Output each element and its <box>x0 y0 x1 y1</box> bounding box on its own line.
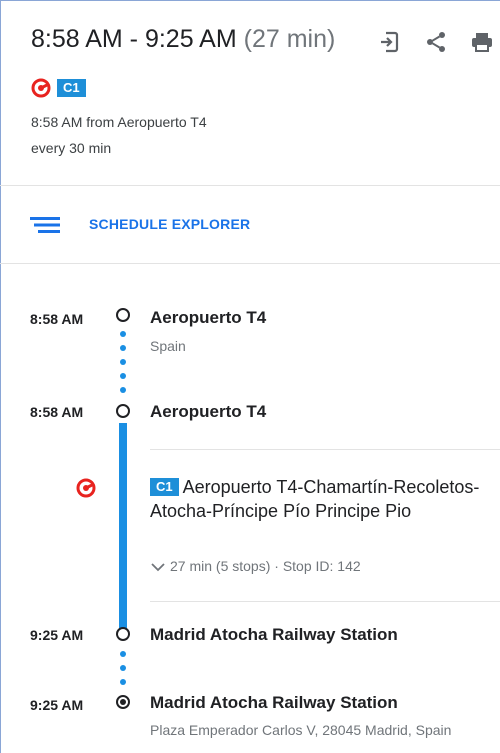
walk-dot <box>120 359 126 365</box>
stop-name[interactable]: Aeropuerto T4 <box>150 308 266 328</box>
stop-time: 8:58 AM <box>30 311 84 327</box>
print-icon[interactable] <box>470 30 494 54</box>
walk-dot <box>120 679 126 685</box>
stop-node <box>116 627 130 641</box>
renfe-train-icon <box>76 478 96 498</box>
renfe-train-icon <box>31 78 51 98</box>
stop-time: 9:25 AM <box>30 697 84 713</box>
ride-route: C1 Aeropuerto T4-Chamartín-Recoletos-Atoc… <box>150 475 495 523</box>
ride-meta-text: 27 min (5 stops) · Stop ID: 142 <box>170 558 361 574</box>
trip-summary-header: 8:58 AM - 9:25 AM (27 min) C1 8:58 AM fr… <box>0 0 500 186</box>
send-to-phone-icon[interactable] <box>378 30 402 54</box>
chevron-down-icon <box>151 563 165 572</box>
walk-dot <box>120 373 126 379</box>
walk-dot <box>120 665 126 671</box>
schedule-list-icon <box>30 217 60 233</box>
trip-duration: (27 min) <box>243 25 336 53</box>
schedule-explorer-label: SCHEDULE EXPLORER <box>89 216 251 232</box>
stop-name[interactable]: Madrid Atocha Railway Station <box>150 625 398 645</box>
frequency-info: every 30 min <box>31 140 112 156</box>
line-badge: C1 <box>57 79 86 97</box>
schedule-explorer-button[interactable]: SCHEDULE EXPLORER <box>0 186 500 264</box>
share-icon[interactable] <box>424 30 448 54</box>
destination-node-center <box>120 699 126 705</box>
departure-info: 8:58 AM from Aeropuerto T4 <box>31 114 207 130</box>
walk-dot <box>120 331 126 337</box>
stop-time: 9:25 AM <box>30 627 84 643</box>
route-name: Aeropuerto T4-Chamartín-Recoletos-Atocha… <box>150 477 480 521</box>
time-range-text: 8:58 AM - 9:25 AM <box>31 25 237 53</box>
trip-time-range: 8:58 AM - 9:25 AM (27 min) <box>31 25 335 54</box>
walk-dot <box>120 387 126 393</box>
stop-address: Plaza Emperador Carlos V, 28045 Madrid, … <box>150 722 452 738</box>
walk-dot <box>120 651 126 657</box>
stop-location: Spain <box>150 338 186 354</box>
stop-node <box>116 404 130 418</box>
ride-details-toggle[interactable]: 27 min (5 stops) · Stop ID: 142 <box>150 558 361 574</box>
divider <box>150 601 500 602</box>
stop-node <box>116 308 130 322</box>
stop-time: 8:58 AM <box>30 404 84 420</box>
line-badge: C1 <box>150 478 179 496</box>
divider <box>150 449 500 450</box>
destination-node <box>116 695 130 709</box>
stop-name[interactable]: Madrid Atocha Railway Station <box>150 693 398 713</box>
walk-dot <box>120 345 126 351</box>
transit-ride-line <box>119 423 127 629</box>
stop-name[interactable]: Aeropuerto T4 <box>150 402 266 422</box>
